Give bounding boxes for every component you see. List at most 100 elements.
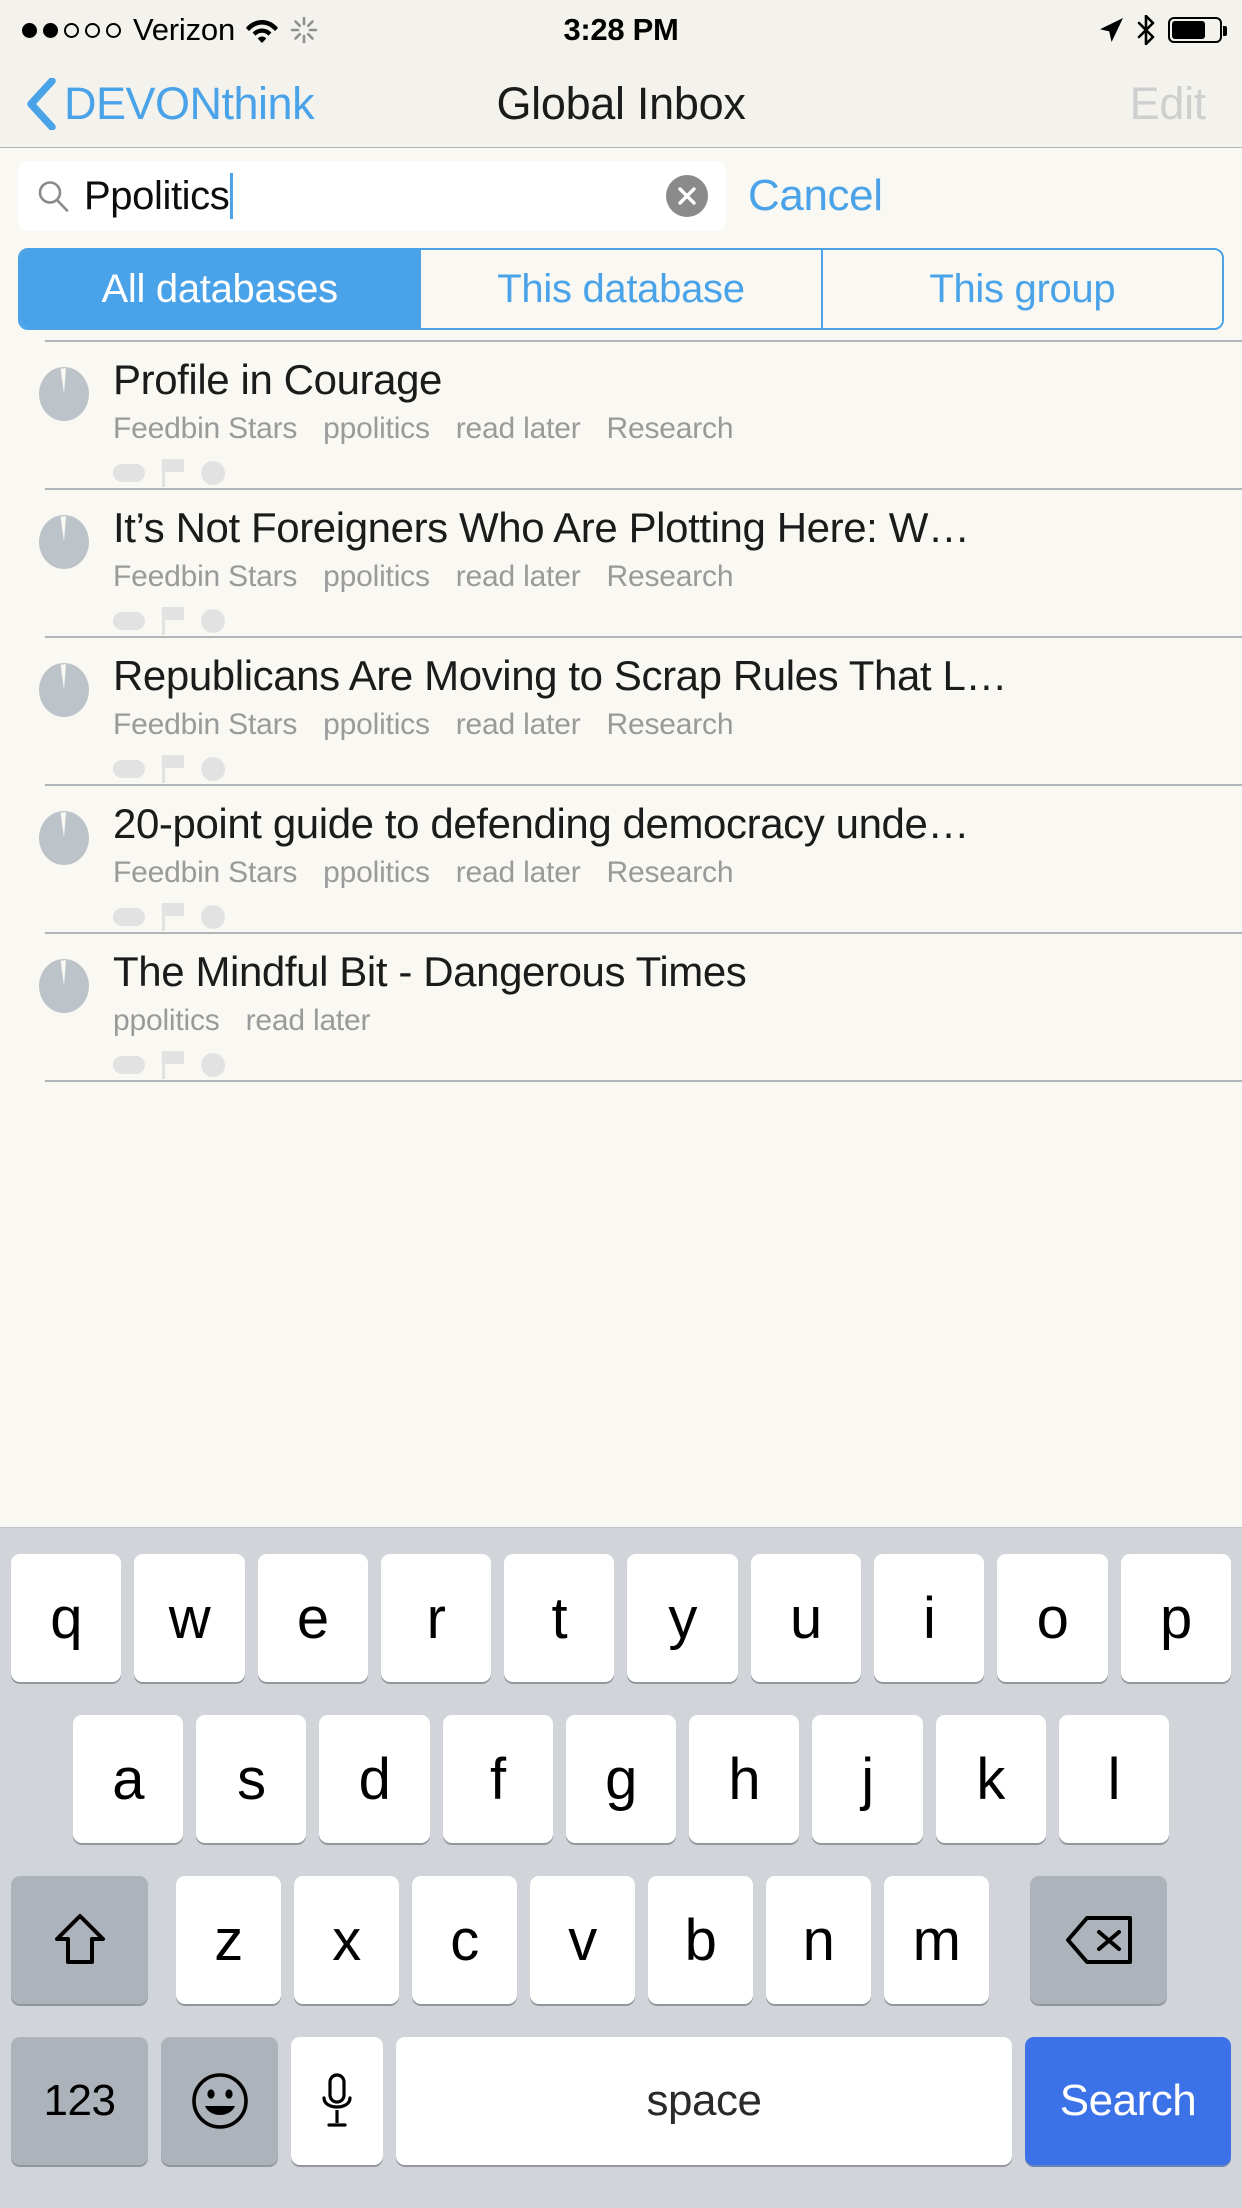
row-tags: Feedbin Stars ppolitics read later Research <box>113 410 1242 448</box>
key-g[interactable]: g <box>565 1715 677 1843</box>
key-w[interactable]: w <box>134 1554 245 1682</box>
table-row[interactable]: Profile in Courage Feedbin Stars ppolitic… <box>0 340 1242 488</box>
tag: Feedbin Stars <box>113 412 298 445</box>
key-o[interactable]: o <box>997 1554 1108 1682</box>
label-badge-icon <box>113 464 145 482</box>
key-v[interactable]: v <box>530 1876 635 2004</box>
clear-circle-icon[interactable] <box>666 175 708 217</box>
row-title: The Mindful Bit - Dangerous Times <box>113 948 747 995</box>
key-p[interactable]: p <box>1120 1554 1231 1682</box>
row-separator <box>45 784 1242 786</box>
tag: ppolitics <box>113 1004 220 1037</box>
flag-badge-icon <box>162 755 184 783</box>
keyboard-row-2: a s d f g h j k l <box>0 1715 1242 1843</box>
space-key[interactable]: space <box>396 2037 1012 2165</box>
scope-option-all-databases[interactable]: All databases <box>20 250 422 328</box>
row-badges <box>113 903 1242 931</box>
key-f[interactable]: f <box>442 1715 553 1843</box>
key-n[interactable]: n <box>766 1876 871 2004</box>
row-content: It’s Not Foreigners Who Are Plotting Her… <box>113 500 1242 635</box>
row-tags: Feedbin Stars ppolitics read later Research <box>113 706 1242 744</box>
search-return-key[interactable]: Search <box>1025 2037 1231 2165</box>
shift-key[interactable] <box>11 1876 148 2004</box>
location-arrow-icon <box>1098 16 1124 44</box>
key-b[interactable]: b <box>648 1876 753 2004</box>
key-q[interactable]: q <box>11 1554 122 1682</box>
key-x[interactable]: x <box>294 1876 399 2004</box>
tag: Research <box>606 412 734 445</box>
bluetooth-icon <box>1136 15 1156 45</box>
microphone-icon <box>320 2073 354 2129</box>
dot-badge-icon <box>201 757 225 781</box>
scope-option-label: All databases <box>101 266 339 311</box>
edit-button[interactable]: Edit <box>1130 60 1207 147</box>
tag: read later <box>455 412 581 445</box>
label-badge-icon <box>113 908 145 926</box>
key-a[interactable]: a <box>73 1715 184 1843</box>
backspace-key[interactable] <box>1030 1876 1167 2004</box>
table-row[interactable]: Republicans Are Moving to Scrap Rules Th… <box>0 636 1242 784</box>
tag: read later <box>455 856 581 889</box>
tag: ppolitics <box>323 560 430 593</box>
search-results-list[interactable]: Profile in Courage Feedbin Stars ppolitic… <box>0 340 1242 1527</box>
table-row[interactable]: The Mindful Bit - Dangerous Times ppolit… <box>0 932 1242 1080</box>
shift-up-arrow-icon <box>53 1912 107 1968</box>
tag: Feedbin Stars <box>113 708 298 741</box>
cancel-button[interactable]: Cancel <box>748 148 883 244</box>
dot-badge-icon <box>201 1053 225 1077</box>
flag-badge-icon <box>162 903 184 931</box>
key-m[interactable]: m <box>884 1876 989 2004</box>
key-s[interactable]: s <box>196 1715 307 1843</box>
document-score-circle-icon <box>38 958 90 1014</box>
key-e[interactable]: e <box>257 1554 368 1682</box>
row-separator <box>45 488 1242 490</box>
row-content: The Mindful Bit - Dangerous Times ppolit… <box>113 944 1242 1079</box>
keyboard-row-3: z x c v b n m <box>0 1876 1242 2004</box>
numbers-key[interactable]: 123 <box>11 2037 148 2165</box>
search-input[interactable]: Ppolitics <box>18 161 726 231</box>
key-h[interactable]: h <box>689 1715 800 1843</box>
dictation-key[interactable] <box>291 2037 383 2165</box>
key-i[interactable]: i <box>874 1554 985 1682</box>
key-j[interactable]: j <box>812 1715 923 1843</box>
scope-option-this-group[interactable]: This group <box>822 250 1222 328</box>
search-icon <box>18 179 84 213</box>
tag: read later <box>455 560 581 593</box>
backspace-delete-icon <box>1065 1915 1133 1965</box>
key-c[interactable]: c <box>412 1876 517 2004</box>
key-d[interactable]: d <box>319 1715 430 1843</box>
on-screen-keyboard: q w e r t y u i o p a s d f g h j k l z … <box>0 1527 1242 2208</box>
table-row[interactable]: 20-point guide to defending democracy un… <box>0 784 1242 932</box>
key-r[interactable]: r <box>380 1554 492 1682</box>
row-badges <box>113 1051 1242 1079</box>
key-y[interactable]: y <box>627 1554 738 1682</box>
key-z[interactable]: z <box>176 1876 281 2004</box>
status-bar-right <box>1098 0 1227 60</box>
tag: Feedbin Stars <box>113 560 298 593</box>
row-badges <box>113 755 1242 783</box>
emoji-key[interactable] <box>161 2037 278 2165</box>
clock-label: 3:28 PM <box>563 12 679 47</box>
row-content: 20-point guide to defending democracy un… <box>113 796 1242 931</box>
key-t[interactable]: t <box>504 1554 615 1682</box>
table-row[interactable]: It’s Not Foreigners Who Are Plotting Her… <box>0 488 1242 636</box>
row-title: It’s Not Foreigners Who Are Plotting Her… <box>113 504 970 551</box>
keyboard-row-4: 123 space Search <box>0 2037 1242 2165</box>
row-content: Republicans Are Moving to Scrap Rules Th… <box>113 648 1242 783</box>
document-score-circle-icon <box>38 810 90 866</box>
dot-badge-icon <box>201 461 225 485</box>
row-separator <box>45 636 1242 638</box>
key-u[interactable]: u <box>750 1554 862 1682</box>
flag-badge-icon <box>162 607 184 635</box>
tag: ppolitics <box>323 856 430 889</box>
row-title: Republicans Are Moving to Scrap Rules Th… <box>113 652 1008 699</box>
flag-badge-icon <box>162 1051 184 1079</box>
flag-badge-icon <box>162 459 184 487</box>
scope-option-this-database[interactable]: This database <box>421 250 823 328</box>
scope-segmented-control: All databases This database This group <box>18 248 1224 330</box>
key-l[interactable]: l <box>1058 1715 1169 1843</box>
key-k[interactable]: k <box>935 1715 1046 1843</box>
row-tags: Feedbin Stars ppolitics read later Research <box>113 558 1242 596</box>
label-badge-icon <box>113 612 145 630</box>
row-badges <box>113 607 1242 635</box>
